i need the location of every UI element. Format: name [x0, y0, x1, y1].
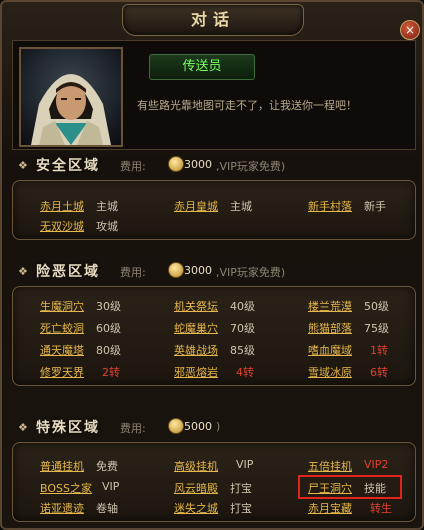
- zone-link[interactable]: 生魔洞穴: [40, 298, 84, 314]
- section-title-special: 特殊区域: [36, 420, 100, 436]
- zone-link[interactable]: 无双沙城: [40, 218, 84, 234]
- zone-link[interactable]: 雪域冰原: [308, 364, 352, 380]
- zone-link[interactable]: 高级挂机: [174, 458, 218, 474]
- zone-link[interactable]: 赤月宝藏: [308, 500, 352, 516]
- zone-link[interactable]: 赤月土城: [40, 198, 84, 214]
- zone-link[interactable]: 楼兰荒漠: [308, 298, 352, 314]
- fee-amount: 3000: [184, 158, 212, 171]
- zone-link[interactable]: 新手村落: [308, 198, 352, 214]
- zone-link[interactable]: 修罗天界: [40, 364, 84, 380]
- npc-portrait-image: [31, 74, 111, 145]
- coin-icon: [168, 262, 184, 278]
- fee-note: ,VIP玩家免费): [216, 266, 286, 279]
- zone-link[interactable]: 赤月皇城: [174, 198, 218, 214]
- coin-icon: [168, 156, 184, 172]
- zone-link[interactable]: 风云暗殿: [174, 480, 218, 496]
- fee-amount: 5000: [184, 420, 212, 433]
- zone-tag: 40级: [230, 300, 255, 313]
- zone-tag: 4转: [236, 366, 254, 379]
- zone-link[interactable]: 熊猫部落: [308, 320, 352, 336]
- section-title-safe: 安全区域: [36, 158, 100, 174]
- zone-tag: 主城: [230, 200, 252, 213]
- section-title-danger: 险恶区域: [36, 264, 100, 280]
- title-plate: 对话: [122, 4, 304, 36]
- zone-link[interactable]: 嗜血魔域: [308, 342, 352, 358]
- zone-tag: VIP: [236, 458, 254, 471]
- zone-tag: 30级: [96, 300, 121, 313]
- zone-tag: VIP2: [364, 458, 389, 471]
- zone-link[interactable]: 普通挂机: [40, 458, 84, 474]
- close-icon[interactable]: ×: [400, 20, 420, 40]
- fee-note: ,VIP玩家免费): [216, 160, 286, 173]
- zone-link[interactable]: 英雄战场: [174, 342, 218, 358]
- coin-icon: [168, 418, 184, 434]
- teleport-dialog: 对话 × 传送员 有些路光靠地图可走不了，让我送你一程吧！ ❖ 安全区域 费用:…: [0, 0, 424, 530]
- fee-amount: 3000: [184, 264, 212, 277]
- fee-label: 费用:: [120, 266, 146, 279]
- zone-link[interactable]: 机关祭坛: [174, 298, 218, 314]
- fee-note: ): [216, 420, 221, 433]
- npc-dialog-text: 有些路光靠地图可走不了，让我送你一程吧！: [137, 99, 357, 112]
- fee-label: 费用:: [120, 160, 146, 173]
- section-header-special: ❖ 特殊区域 费用: 5000 ): [12, 414, 414, 440]
- zone-tag: 70级: [230, 322, 255, 335]
- zone-link[interactable]: BOSS之家: [40, 480, 92, 496]
- highlight-box: [298, 475, 402, 499]
- section-header-safe: ❖ 安全区域 费用: 3000 ,VIP玩家免费): [12, 152, 414, 178]
- zone-tag: 攻城: [96, 220, 118, 233]
- zone-link[interactable]: 迷失之城: [174, 500, 218, 516]
- zone-tag: VIP: [102, 480, 120, 493]
- zone-link[interactable]: 邪恶熔岩: [174, 364, 218, 380]
- npc-name: 传送员: [149, 54, 255, 80]
- zone-link[interactable]: 诺亚遗迹: [40, 500, 84, 516]
- zone-tag: 转生: [370, 502, 392, 515]
- section-header-danger: ❖ 险恶区域 费用: 3000 ,VIP玩家免费): [12, 258, 414, 284]
- zone-link[interactable]: 通天魔塔: [40, 342, 84, 358]
- zone-tag: 主城: [96, 200, 118, 213]
- npc-portrait: [19, 47, 123, 147]
- dialog-title: 对话: [190, 10, 235, 29]
- ornament-icon: ❖: [18, 421, 28, 434]
- zone-tag: 打宝: [230, 482, 252, 495]
- zone-tag: 打宝: [230, 502, 252, 515]
- title-bar: 对话: [2, 2, 422, 36]
- zone-link[interactable]: 五倍挂机: [308, 458, 352, 474]
- ornament-icon: ❖: [18, 265, 28, 278]
- zone-tag: 60级: [96, 322, 121, 335]
- zone-link[interactable]: 蛇魔巢穴: [174, 320, 218, 336]
- zone-tag: 新手: [364, 200, 386, 213]
- ornament-icon: ❖: [18, 159, 28, 172]
- zone-tag: 2转: [102, 366, 120, 379]
- npc-panel: 传送员 有些路光靠地图可走不了，让我送你一程吧！: [12, 40, 416, 150]
- zone-tag: 85级: [230, 344, 255, 357]
- zone-tag: 1转: [370, 344, 388, 357]
- zone-tag: 50级: [364, 300, 389, 313]
- zone-tag: 6转: [370, 366, 388, 379]
- zone-tag: 75级: [364, 322, 389, 335]
- zone-link[interactable]: 死亡蛟洞: [40, 320, 84, 336]
- fee-label: 费用:: [120, 422, 146, 435]
- zone-tag: 80级: [96, 344, 121, 357]
- zone-tag: 卷轴: [96, 502, 118, 515]
- zone-tag: 免费: [96, 460, 118, 473]
